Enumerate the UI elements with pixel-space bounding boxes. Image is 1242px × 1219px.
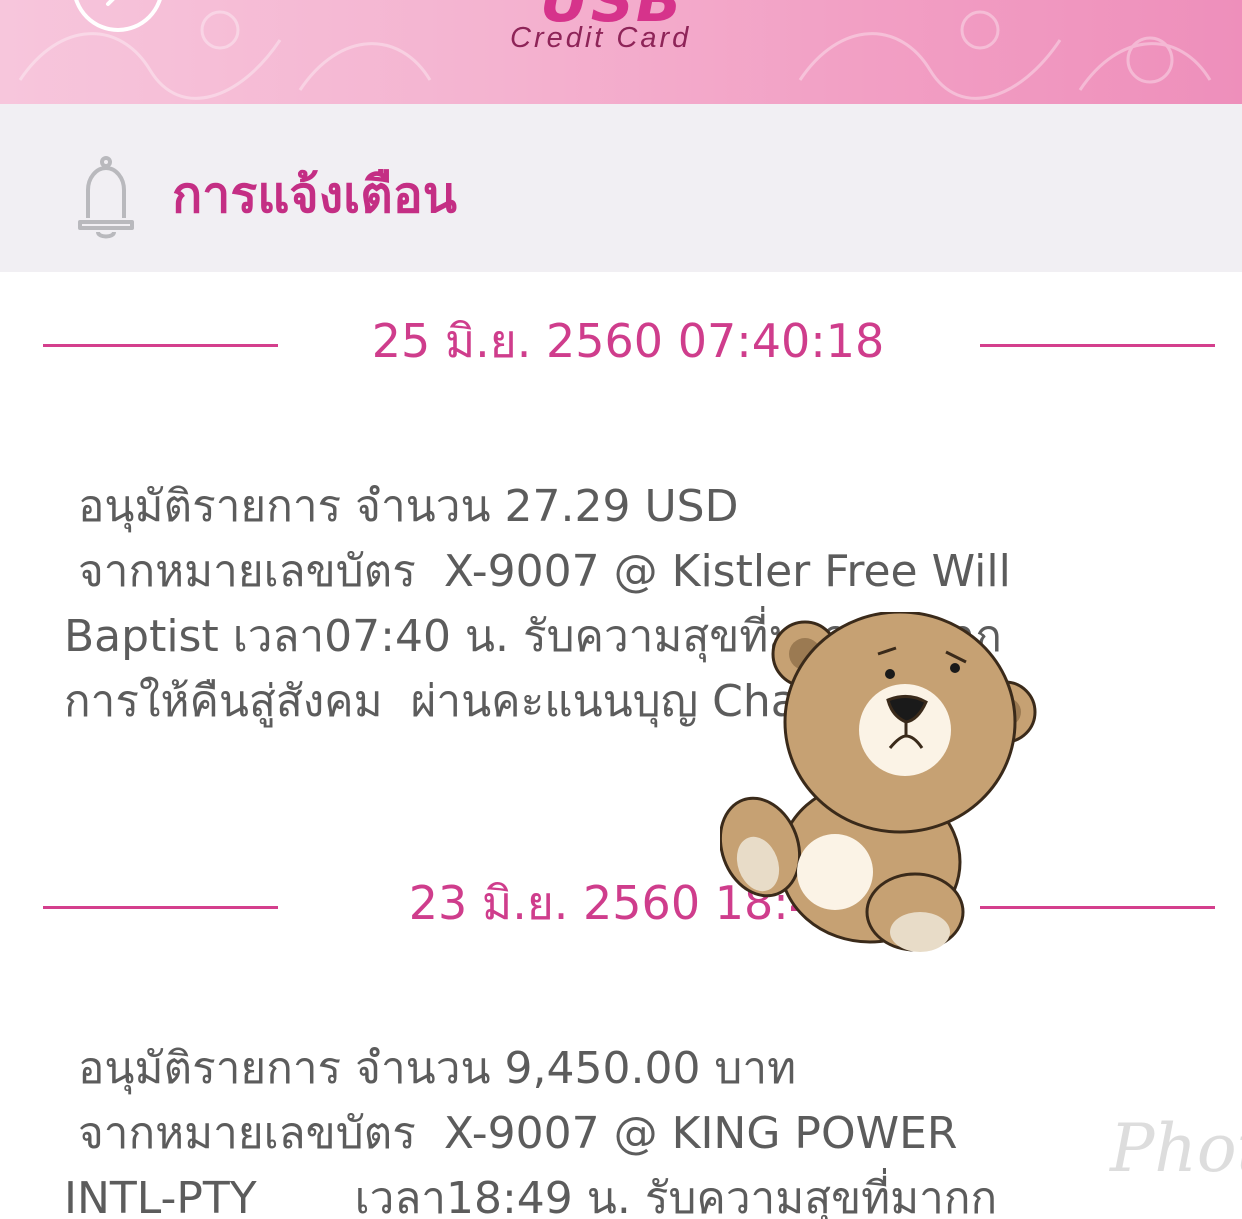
message-line: อนุมัติรายการ จำนวน 9,450.00 บาท [78,1043,797,1094]
message-line: อนุมัติรายการ จำนวน 27.29 USD [78,481,739,532]
notification-date: 25 มิ.ย. 2560 07:40:18 [371,314,885,368]
watermark: Phot [1110,1110,1242,1187]
brand-subtitle: Credit Card [510,22,692,54]
page-title: การแจ้งเตือน [172,166,457,224]
message-line: INTL-PTY เวลา18:49 น. รับความสุขที่มากก [64,1173,998,1219]
notifications-screen: USB Credit Card การแจ้งเตือน 25 มิ.ย. 25… [0,0,1242,1219]
message-line: จากหมายเลขบัตร X-9007 @ KING POWER [78,1108,958,1159]
divider-line [43,906,278,909]
divider-line [43,344,278,347]
divider-line [980,344,1215,347]
notification-message[interactable]: อนุมัติรายการ จำนวน 9,450.00 บาท จากหมาย… [64,1036,1194,1219]
message-line: จากหมายเลขบัตร X-9007 @ Kistler Free Wil… [78,546,1011,597]
top-banner: USB Credit Card [0,0,1242,104]
teddy-bear-sticker [720,612,1037,952]
date-separator: 25 มิ.ย. 2560 07:40:18 [0,314,1242,374]
chevron-left-icon [106,0,115,6]
bell-icon [78,156,134,239]
notifications-header: การแจ้งเตือน [0,104,1242,272]
